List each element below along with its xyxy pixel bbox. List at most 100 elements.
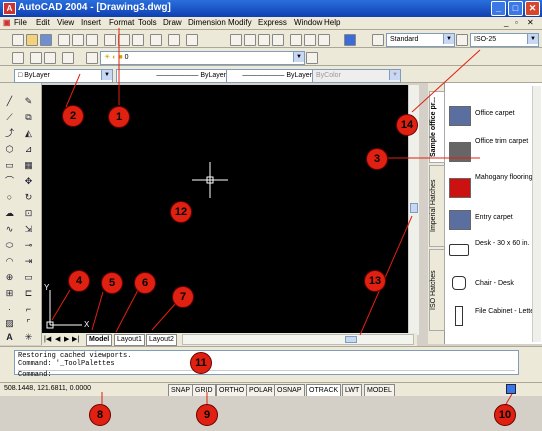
text-style-icon[interactable] [372, 34, 384, 46]
menu-dimension[interactable]: Dimension [188, 18, 226, 27]
close-button[interactable]: ✕ [525, 1, 540, 16]
palette-tab-sample-office[interactable]: Sample office pr... [429, 91, 445, 163]
mirror-icon[interactable]: ◭ [22, 127, 35, 139]
tab-last-icon[interactable]: ▶| [72, 335, 79, 343]
construction-line-icon[interactable]: ⟋ [3, 111, 16, 123]
pan-icon[interactable] [230, 34, 242, 46]
linetype-select[interactable]: —————— ByLayer▼ [116, 69, 241, 83]
tab-next-icon[interactable]: ▶ [64, 335, 69, 343]
palette-scrollbar[interactable] [532, 86, 541, 342]
publish-icon[interactable] [86, 34, 98, 46]
chevron-down-icon[interactable]: ▼ [389, 70, 400, 80]
plotstyle-select[interactable]: ByColor ▼ [312, 69, 401, 83]
text-style-select[interactable]: Standard ▼ [386, 33, 455, 47]
menu-window[interactable]: Window [294, 18, 322, 27]
preview-icon[interactable] [72, 34, 84, 46]
chevron-down-icon[interactable]: ▼ [527, 34, 538, 44]
trim-icon[interactable]: ⊸ [22, 239, 35, 251]
stretch-icon[interactable]: ⇲ [22, 223, 35, 235]
plot-icon[interactable] [58, 34, 70, 46]
express-tools-icon[interactable] [44, 52, 56, 64]
horizontal-scrollbar[interactable] [182, 334, 414, 345]
erase-icon[interactable]: ✎ [22, 95, 35, 107]
tool-palettes-icon[interactable] [318, 34, 330, 46]
extend-icon[interactable]: ⇥ [22, 255, 35, 267]
layer-manager-icon[interactable] [62, 52, 74, 64]
chevron-down-icon[interactable]: ▼ [443, 34, 454, 44]
match-properties-icon[interactable] [150, 34, 162, 46]
chamfer-icon[interactable]: ⌐ [22, 303, 35, 315]
save-icon[interactable] [40, 34, 52, 46]
minimize-button[interactable]: _ [491, 1, 506, 16]
fillet-icon[interactable]: ⌜ [22, 317, 35, 329]
drawing-area[interactable]: Y X [42, 85, 408, 335]
paste-icon[interactable] [132, 34, 144, 46]
document-icon[interactable]: ▣ [3, 18, 11, 27]
design-center-icon[interactable] [304, 34, 316, 46]
palette-item-office-trim-carpet[interactable]: Office trim carpet [447, 134, 539, 168]
zoom-window-icon[interactable] [258, 34, 270, 46]
command-prompt[interactable]: Command: [18, 370, 515, 379]
help-icon[interactable] [344, 34, 356, 46]
insert-block-icon[interactable]: ⊕ [3, 271, 16, 283]
open-icon[interactable] [26, 34, 38, 46]
menu-tools[interactable]: Tools [138, 18, 157, 27]
tab-prev-icon[interactable]: ◀ [55, 335, 60, 343]
make-current-layer-icon[interactable] [306, 52, 318, 64]
menu-view[interactable]: View [57, 18, 74, 27]
tab-layout2[interactable]: Layout2 [146, 334, 177, 346]
palette-tab-iso-hatches[interactable]: ISO Hatches [429, 249, 445, 331]
tab-first-icon[interactable]: |◀ [44, 335, 51, 343]
move-icon[interactable]: ✥ [22, 175, 35, 187]
menu-edit[interactable]: Edit [36, 18, 50, 27]
ellipse-icon[interactable]: ⬭ [3, 239, 16, 251]
palette-item-file-cabinet[interactable]: File Cabinet - Letter [447, 304, 539, 334]
arc-icon[interactable]: ⌒ [3, 175, 16, 187]
tab-layout1[interactable]: Layout1 [114, 334, 145, 346]
spline-icon[interactable]: ∿ [3, 223, 16, 235]
chevron-down-icon[interactable]: ▼ [101, 70, 112, 80]
coordinate-readout[interactable]: 508.1448, 121.6811, 0.0000 [4, 385, 91, 392]
palette-item-mahogany-flooring[interactable]: Mahogany flooring [447, 170, 539, 204]
palette-item-desk[interactable]: Desk - 30 x 60 in. [447, 236, 539, 270]
rotate-icon[interactable]: ↻ [22, 191, 35, 203]
menu-help[interactable]: Help [324, 18, 340, 27]
menu-file[interactable]: File [14, 18, 27, 27]
polygon-icon[interactable]: ⬡ [3, 143, 16, 155]
cut-icon[interactable] [104, 34, 116, 46]
explode-icon[interactable]: ✳ [22, 331, 35, 343]
tab-model[interactable]: Model [86, 334, 113, 346]
horizontal-scroll-thumb[interactable] [345, 336, 357, 343]
communication-center-icon[interactable] [506, 384, 516, 394]
palette-item-entry-carpet[interactable]: Entry carpet [447, 202, 539, 236]
revcloud-icon[interactable]: ☁ [3, 207, 16, 219]
menu-draw[interactable]: Draw [163, 18, 182, 27]
dim-style-icon[interactable] [456, 34, 468, 46]
break-at-point-icon[interactable]: ⊏ [22, 287, 35, 299]
multiline-text-icon[interactable]: A [3, 331, 16, 343]
menu-insert[interactable]: Insert [81, 18, 101, 27]
palette-tab-imperial-hatches[interactable]: Imperial Hatches [429, 165, 445, 247]
menu-modify[interactable]: Modify [228, 18, 252, 27]
dim-style-select[interactable]: ISO-25 ▼ [470, 33, 539, 47]
array-icon[interactable]: ▦ [22, 159, 35, 171]
zoom-realtime-icon[interactable] [244, 34, 256, 46]
copy-object-icon[interactable]: ⧉ [22, 111, 35, 123]
layer-select[interactable]: ☀ ◐ ■ 0 ▼ [100, 51, 305, 65]
color-select[interactable]: □ ByLayer ▼ [14, 69, 113, 83]
line-icon[interactable]: ╱ [3, 95, 16, 107]
autocad-app-icon[interactable]: A [3, 2, 16, 15]
break-icon[interactable]: ▭ [22, 271, 35, 283]
zoom-previous-icon[interactable] [272, 34, 284, 46]
doc-restore-icon[interactable]: ▫ [515, 18, 518, 27]
palette-item-office-carpet[interactable]: Office carpet [447, 98, 539, 132]
express-icon[interactable] [30, 52, 42, 64]
menu-express[interactable]: Express [258, 18, 287, 27]
polyline-icon[interactable]: ⤴ [3, 127, 16, 139]
redo-icon[interactable] [186, 34, 198, 46]
chevron-down-icon[interactable]: ▼ [293, 52, 304, 62]
point-icon[interactable]: · [3, 303, 16, 315]
scale-icon[interactable]: ⊡ [22, 207, 35, 219]
circle-icon[interactable]: ○ [3, 191, 16, 203]
new-icon[interactable] [12, 34, 24, 46]
